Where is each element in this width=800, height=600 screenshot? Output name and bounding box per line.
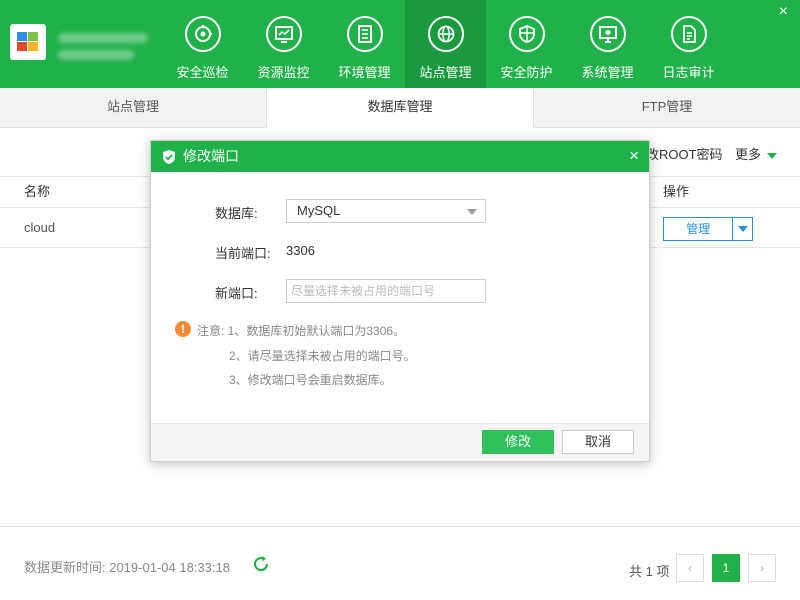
nav-item-sites[interactable]: 站点管理 [405,0,486,88]
main-nav: 安全巡检 资源监控 环境管理 站点管理 安全防护 系统管理 日志审计 [162,0,729,88]
dialog-close-icon[interactable]: × [629,147,639,164]
shield-icon [508,16,545,52]
tab-ftp-management[interactable]: FTP管理 [534,88,800,127]
monitor-icon [265,16,302,52]
sub-tabs: 站点管理 数据库管理 FTP管理 [0,88,800,128]
cancel-button[interactable]: 取消 [562,430,634,454]
manage-dropdown-toggle[interactable] [732,218,752,240]
nav-label: 环境管理 [338,65,391,80]
inspection-icon [184,16,221,52]
database-label: 数据库: [215,206,258,221]
total-count: 共 1 项 [629,564,670,579]
tab-database-management[interactable]: 数据库管理 [267,88,534,128]
nav-label: 站点管理 [419,65,472,80]
server-icon [346,16,383,52]
globe-icon [427,16,464,52]
current-port-label: 当前端口: [215,246,271,261]
chevron-down-icon [737,226,748,232]
app-logo [10,24,46,60]
nav-item-protection[interactable]: 安全防护 [486,0,567,88]
page-number-button[interactable]: 1 [712,554,740,582]
confirm-modify-button[interactable]: 修改 [482,430,554,454]
dialog-header: 修改端口 × [151,141,649,172]
chevron-down-icon [767,152,778,159]
manage-button[interactable]: 管理 [664,218,732,240]
nav-item-system[interactable]: 系统管理 [567,0,648,88]
notice-line-2: 2、请尽量选择未被占用的端口号。 [229,349,416,363]
nav-label: 系统管理 [581,65,634,80]
dialog-footer: 修改 取消 [151,423,649,461]
refresh-icon[interactable] [251,554,271,574]
column-header-operation: 操作 [663,184,690,199]
nav-item-environment[interactable]: 环境管理 [324,0,405,88]
update-time-text: 数据更新时间: 2019-01-04 18:33:18 [24,560,230,575]
change-port-dialog: 修改端口 × 数据库: MySQL 当前端口: 3306 新端口: ! 注意: … [150,140,650,462]
current-port-value: 3306 [286,243,315,258]
database-select[interactable]: MySQL [286,199,486,223]
nav-label: 安全巡检 [176,65,229,80]
nav-label: 安全防护 [500,65,553,80]
shield-check-icon [163,150,175,164]
settings-screen-icon [589,16,626,52]
notice-line-3: 3、修改端口号会重启数据库。 [229,373,392,387]
footer: 数据更新时间: 2019-01-04 18:33:18 共 1 项 ‹ 1 › [0,526,800,600]
nav-label: 日志审计 [662,65,715,80]
warning-icon: ! [175,321,191,337]
window-close-icon[interactable]: × [779,4,788,20]
windows-logo-icon [17,32,39,52]
log-document-icon [670,16,707,52]
dialog-title: 修改端口 [183,148,239,164]
column-header-name: 名称 [24,184,51,199]
nav-label: 资源监控 [257,65,310,80]
next-page-button[interactable]: › [748,554,776,582]
more-dropdown[interactable]: 更多 [735,144,778,163]
blurred-server-name [58,33,148,43]
chevron-down-icon [467,209,477,215]
nav-item-inspection[interactable]: 安全巡检 [162,0,243,88]
nav-item-monitor[interactable]: 资源监控 [243,0,324,88]
manage-split-button[interactable]: 管理 [663,217,753,241]
prev-page-button[interactable]: ‹ [676,554,704,582]
nav-item-logs[interactable]: 日志审计 [648,0,729,88]
blurred-server-ip [58,50,134,60]
database-select-value: MySQL [297,203,341,218]
new-port-label: 新端口: [215,286,258,301]
tab-site-management[interactable]: 站点管理 [0,88,267,127]
database-name-cell: cloud [24,220,56,235]
new-port-input[interactable] [286,279,486,303]
more-label: 更多 [735,147,762,162]
change-root-password-button[interactable]: 改ROOT密码 [646,144,723,163]
notice-line-1: 注意: 1、数据库初始默认端口为3306。 [197,324,406,338]
app-header: × 安全巡检 资源监控 环境管理 站点管理 安全防护 系统管理 日志审计 [0,0,800,88]
